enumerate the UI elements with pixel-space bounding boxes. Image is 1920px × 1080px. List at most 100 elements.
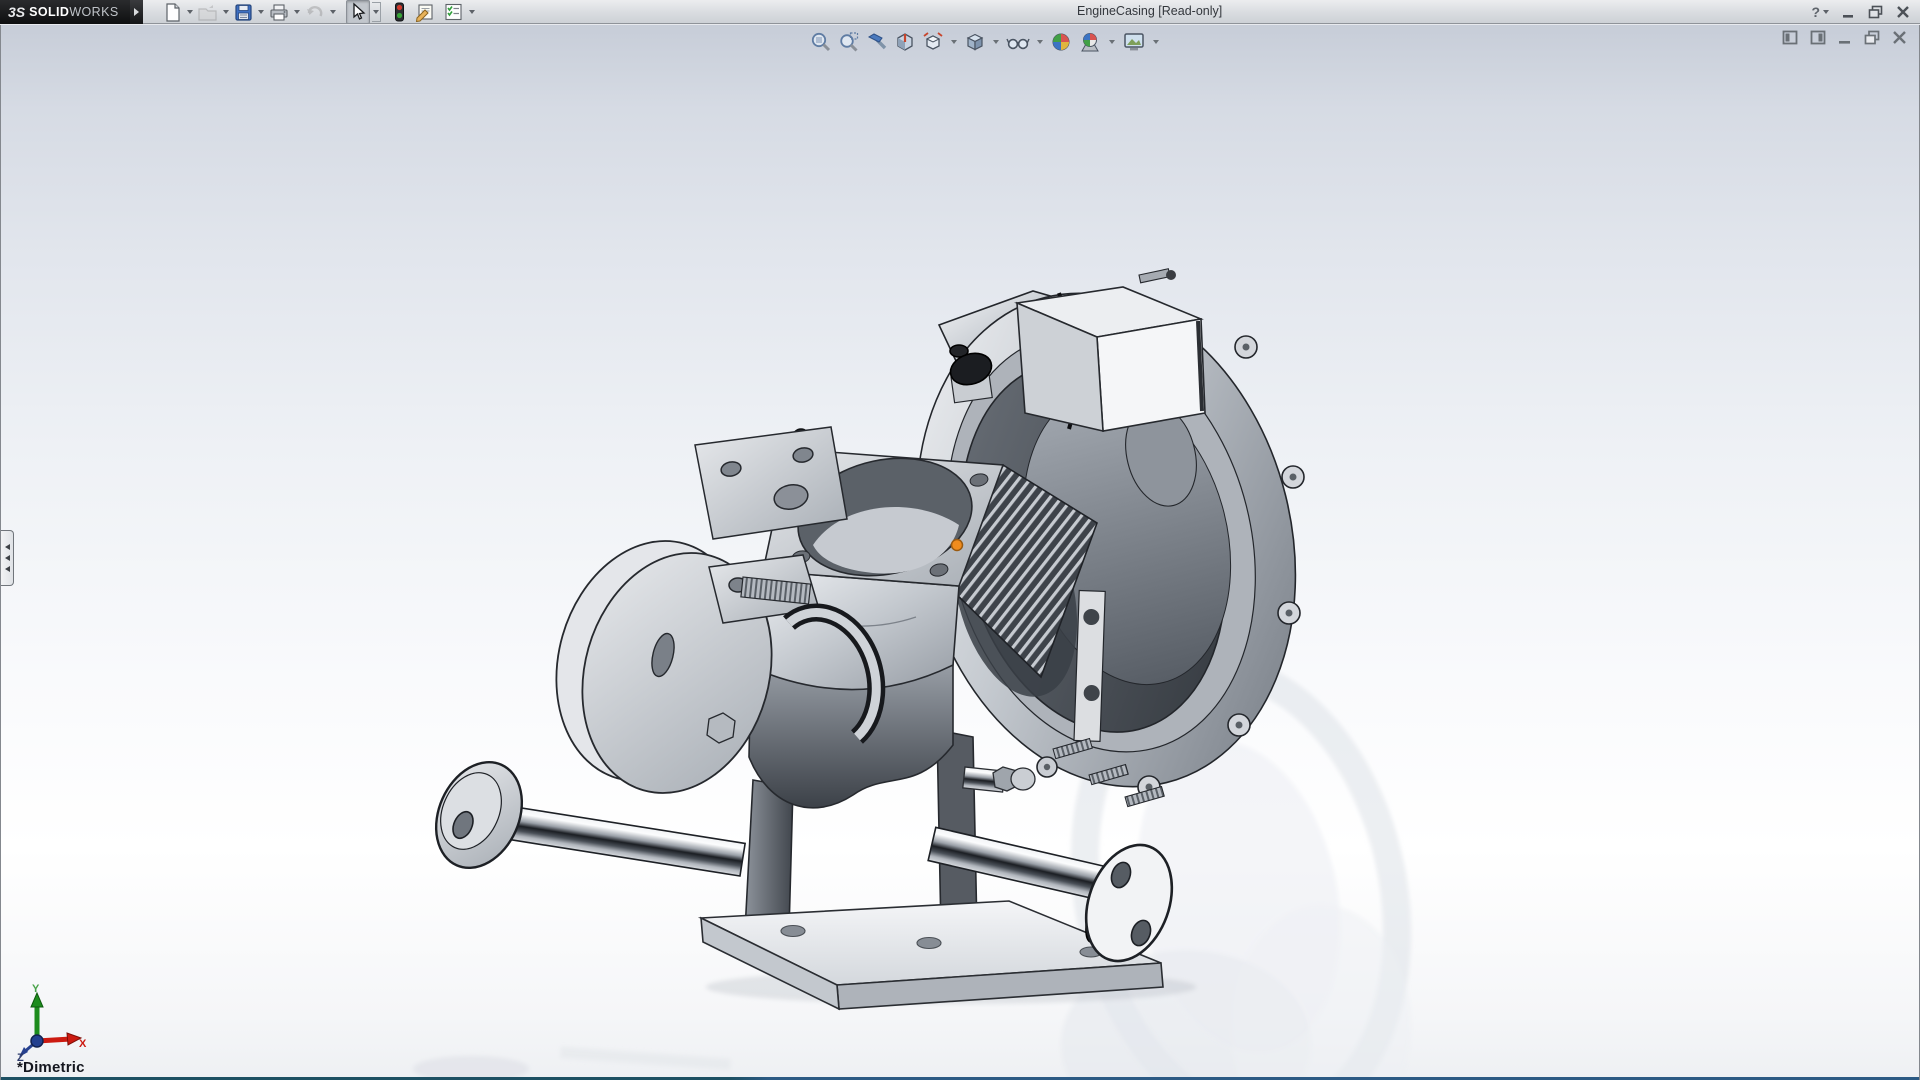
collapse-arrow-icon xyxy=(4,555,10,561)
zoom-to-fit-button[interactable] xyxy=(810,31,832,53)
title-bar: 3S SOLID WORKS EngineCasing [Read-only] … xyxy=(0,0,1920,24)
view-settings-button[interactable] xyxy=(1122,31,1146,53)
display-style-dropdown[interactable] xyxy=(991,40,1001,44)
doc-restore-button[interactable] xyxy=(1864,30,1880,50)
solidworks-logo: 3S SOLID WORKS xyxy=(0,0,130,24)
open-document-button[interactable] xyxy=(197,2,219,23)
minimize-button[interactable] xyxy=(1842,2,1855,22)
caret-down-icon xyxy=(468,10,475,14)
undo-button[interactable] xyxy=(304,2,326,23)
options-checklist-icon xyxy=(445,3,462,21)
caret-down-icon xyxy=(951,40,957,44)
new-document-icon xyxy=(166,2,180,22)
previous-view-icon xyxy=(867,33,887,50)
zoom-to-area-button[interactable] xyxy=(838,31,860,53)
zoom-to-area-icon xyxy=(840,32,859,52)
caret-down-icon xyxy=(329,10,336,14)
pane-right-button[interactable] xyxy=(1810,30,1826,50)
window-controls: ? xyxy=(1811,0,1910,24)
restore-icon xyxy=(1868,5,1883,19)
eyeglasses-icon xyxy=(1006,38,1030,50)
options-button[interactable] xyxy=(442,1,465,23)
caret-down-icon xyxy=(293,10,300,14)
help-button[interactable]: ? xyxy=(1811,2,1829,22)
select-tool-button[interactable] xyxy=(346,0,370,24)
hide-show-items-button[interactable] xyxy=(1006,31,1030,53)
reference-triad: Z Y X xyxy=(17,983,87,1061)
caret-down-icon xyxy=(1153,40,1159,44)
triad-y-label: Y xyxy=(32,983,40,995)
edit-appearance-button[interactable] xyxy=(1050,31,1072,53)
select-cursor-icon xyxy=(353,2,366,20)
collapse-arrow-icon xyxy=(4,566,10,572)
apply-scene-dropdown[interactable] xyxy=(1107,40,1117,44)
print-document-dropdown[interactable] xyxy=(292,1,301,23)
document-window-controls xyxy=(1782,30,1907,50)
doc-minimize-button[interactable] xyxy=(1838,31,1852,50)
rebuild-button[interactable] xyxy=(392,1,407,23)
undo-dropdown[interactable] xyxy=(328,1,337,23)
new-document-button[interactable] xyxy=(162,2,183,23)
save-document-button[interactable] xyxy=(233,2,254,23)
selection-point[interactable] xyxy=(950,538,964,552)
caret-down-icon xyxy=(1037,40,1043,44)
rebuild-traffic-light-icon xyxy=(395,2,404,22)
apply-scene-button[interactable] xyxy=(1078,31,1102,53)
close-button[interactable] xyxy=(1896,2,1910,22)
caret-down-icon xyxy=(186,10,193,14)
pane-left-button[interactable] xyxy=(1782,30,1798,50)
restore-icon xyxy=(1864,30,1880,45)
open-document-dropdown[interactable] xyxy=(221,1,230,23)
logo-flyout-arrow[interactable] xyxy=(130,0,143,24)
section-view-button[interactable] xyxy=(894,31,916,53)
view-orientation-label: *Dimetric xyxy=(17,1059,85,1076)
display-style-button[interactable] xyxy=(964,31,986,53)
caret-down-icon xyxy=(222,10,229,14)
caret-down-icon xyxy=(1823,10,1829,14)
open-document-icon xyxy=(198,4,217,21)
print-document-button[interactable] xyxy=(268,2,290,23)
file-properties-button[interactable] xyxy=(414,1,437,23)
pane-right-icon xyxy=(1810,30,1826,45)
caret-down-icon xyxy=(257,10,264,14)
view-orientation-button[interactable] xyxy=(922,31,944,53)
collapse-arrow-icon xyxy=(4,544,10,550)
appearance-ball-icon xyxy=(1052,33,1070,51)
view-orientation-icon xyxy=(923,32,943,50)
fm-collapse-tab[interactable] xyxy=(1,530,14,586)
heads-up-toolbar xyxy=(807,31,1163,53)
graphics-viewport[interactable]: Z Y X *Dimetric xyxy=(0,25,1920,1080)
window-title: EngineCasing [Read-only] xyxy=(1077,4,1223,18)
help-icon: ? xyxy=(1811,4,1820,20)
previous-view-button[interactable] xyxy=(866,31,888,53)
new-document-dropdown[interactable] xyxy=(185,1,194,23)
apply-scene-icon xyxy=(1081,33,1099,52)
select-tool-dropdown[interactable] xyxy=(372,2,381,22)
save-document-icon xyxy=(235,3,252,21)
print-document-icon xyxy=(270,3,288,21)
section-view-icon xyxy=(897,33,913,51)
file-properties-icon xyxy=(415,4,433,22)
view-orientation-dropdown[interactable] xyxy=(949,40,959,44)
ds-3s-logo-icon: 3S xyxy=(8,4,26,20)
logo-text-solid: SOLID xyxy=(29,5,70,19)
flyout-arrow-icon xyxy=(134,8,139,16)
caret-down-icon xyxy=(373,10,379,14)
caret-down-icon xyxy=(1109,40,1115,44)
options-dropdown[interactable] xyxy=(467,1,476,23)
triad-x-label: X xyxy=(79,1038,87,1050)
close-icon xyxy=(1893,31,1906,44)
doc-close-button[interactable] xyxy=(1892,30,1907,50)
model-canvas[interactable] xyxy=(1,25,1920,1080)
caret-down-icon xyxy=(993,40,999,44)
zoom-to-fit-icon xyxy=(811,32,831,52)
acorn-nut-stub xyxy=(962,766,1036,793)
restore-button[interactable] xyxy=(1868,2,1883,22)
standard-toolbar xyxy=(162,0,479,24)
display-style-icon xyxy=(966,33,984,51)
minimize-icon xyxy=(1843,14,1853,18)
view-settings-dropdown[interactable] xyxy=(1151,40,1161,44)
hide-show-items-dropdown[interactable] xyxy=(1035,40,1045,44)
pane-left-icon xyxy=(1782,30,1798,45)
save-document-dropdown[interactable] xyxy=(256,1,265,23)
